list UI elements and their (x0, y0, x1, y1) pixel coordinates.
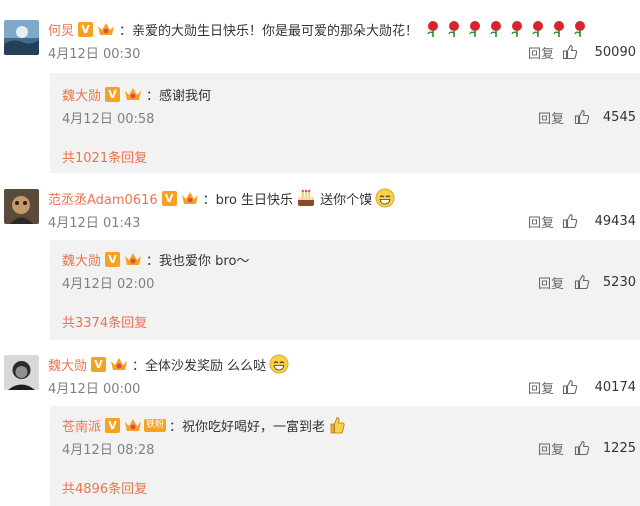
reply-time: 4月12日 02:00 (62, 276, 155, 292)
comment-text: bro 生日快乐 (215, 192, 294, 208)
comment-text: 全体沙发奖励 么么哒 (145, 358, 267, 374)
crown-icon (123, 86, 143, 102)
verified-icon: V (105, 86, 121, 102)
like-count: 1225 (602, 440, 636, 456)
like-button[interactable]: 5230 (574, 274, 636, 290)
thumbs-up-icon (562, 44, 578, 60)
username-link[interactable]: 何炅 (48, 20, 74, 39)
comment-meta: 4月12日 00:00 回复 40174 (48, 378, 638, 397)
like-button[interactable]: 1225 (574, 440, 636, 456)
thumbs-up-emoji-icon (328, 415, 346, 435)
verified-icon: V (91, 356, 107, 372)
reply-button[interactable]: 回复 (528, 378, 554, 397)
reply-button[interactable]: 回复 (538, 108, 564, 127)
reply-box: 苍南派 V 铁粉 ： 祝你吃好喝好，一富到老 4月12日 08:28 回复 12… (50, 406, 640, 506)
view-all-replies-link[interactable]: 共3374条回复 (62, 312, 147, 331)
rose-icon (427, 21, 439, 37)
avatar[interactable] (4, 355, 39, 390)
view-all-replies-link[interactable]: 共1021条回复 (62, 147, 147, 166)
username-link[interactable]: 魏大勋 (62, 250, 101, 269)
like-count: 4545 (602, 109, 636, 125)
comment-time: 4月12日 00:00 (48, 381, 141, 397)
like-count: 40174 (594, 379, 636, 395)
comment-meta: 4月12日 00:30 回复 50090 (48, 43, 638, 62)
rose-icon (532, 21, 544, 37)
fan-badge: 铁粉 (144, 418, 167, 432)
crown-icon (109, 356, 129, 372)
reply-item: 魏大勋 V ： 感谢我何 4月12日 00:58 回复 4545 (62, 85, 638, 127)
reply-box: 魏大勋 V ： 感谢我何 4月12日 00:58 回复 4545 共1021条回… (50, 73, 640, 173)
username-link[interactable]: 魏大勋 (62, 85, 101, 104)
cake-icon (296, 189, 316, 207)
grin-face-icon (269, 354, 289, 374)
rose-icon (511, 21, 523, 37)
rose-emoji-row (424, 20, 592, 38)
like-button[interactable]: 4545 (574, 109, 636, 125)
reply-item: 魏大勋 V ： 我也爱你 bro～ 4月12日 02:00 回复 5230 (62, 250, 638, 292)
comment-line: 魏大勋 V ： 全体沙发奖励 么么哒 (48, 354, 289, 374)
like-button[interactable]: 40174 (562, 379, 636, 395)
like-button[interactable]: 50090 (562, 44, 636, 60)
reply-item: 苍南派 V 铁粉 ： 祝你吃好喝好，一富到老 4月12日 08:28 回复 12… (62, 415, 638, 458)
thumbs-up-icon (562, 379, 578, 395)
reply-text: 祝你吃好喝好，一富到老 (182, 419, 326, 435)
comment-time: 4月12日 01:43 (48, 215, 141, 231)
thumbs-up-icon (562, 213, 578, 229)
username-link[interactable]: 苍南派 (62, 416, 101, 435)
verified-icon: V (78, 21, 94, 37)
verified-icon: V (105, 417, 121, 433)
crown-icon (96, 21, 116, 37)
avatar[interactable] (4, 189, 39, 224)
reply-text: 感谢我何 (159, 88, 212, 104)
reply-button[interactable]: 回复 (538, 439, 564, 458)
username-link[interactable]: 魏大勋 (48, 355, 87, 374)
verified-icon: V (161, 190, 177, 206)
like-button[interactable]: 49434 (562, 213, 636, 229)
thumbs-up-icon (574, 440, 590, 456)
crown-icon (123, 417, 143, 433)
reply-box: 魏大勋 V ： 我也爱你 bro～ 4月12日 02:00 回复 5230 共3… (50, 240, 640, 340)
crown-icon (180, 190, 200, 206)
crown-icon (123, 251, 143, 267)
grin-face-icon (375, 188, 395, 208)
comment-text: 亲爱的大勋生日快乐！你是最可爱的那朵大勋花！ (132, 23, 419, 39)
avatar[interactable] (4, 20, 39, 55)
comment-line: 何炅 V ： 亲爱的大勋生日快乐！你是最可爱的那朵大勋花！ (48, 20, 592, 39)
reply-text: 我也爱你 bro～ (159, 253, 250, 269)
reply-button[interactable]: 回复 (528, 212, 554, 231)
thumbs-up-icon (574, 274, 590, 290)
username-link[interactable]: 范丞丞Adam0616 (48, 189, 158, 208)
like-count: 49434 (594, 213, 636, 229)
reply-time: 4月12日 08:28 (62, 442, 155, 458)
reply-button[interactable]: 回复 (538, 273, 564, 292)
thumbs-up-icon (574, 109, 590, 125)
rose-icon (469, 21, 481, 37)
comment-line: 范丞丞Adam0616 V ： bro 生日快乐 送你个馍 (48, 188, 395, 208)
rose-icon (448, 21, 460, 37)
rose-icon (553, 21, 565, 37)
verified-icon: V (105, 251, 121, 267)
like-count: 50090 (594, 44, 636, 60)
comment-time: 4月12日 00:30 (48, 46, 141, 62)
like-count: 5230 (602, 274, 636, 290)
rose-icon (490, 21, 502, 37)
comment-text-cont: 送你个馍 (320, 192, 373, 208)
view-all-replies-link[interactable]: 共4896条回复 (62, 478, 147, 497)
reply-button[interactable]: 回复 (528, 43, 554, 62)
comment-meta: 4月12日 01:43 回复 49434 (48, 212, 638, 231)
reply-time: 4月12日 00:58 (62, 111, 155, 127)
rose-icon (574, 21, 586, 37)
